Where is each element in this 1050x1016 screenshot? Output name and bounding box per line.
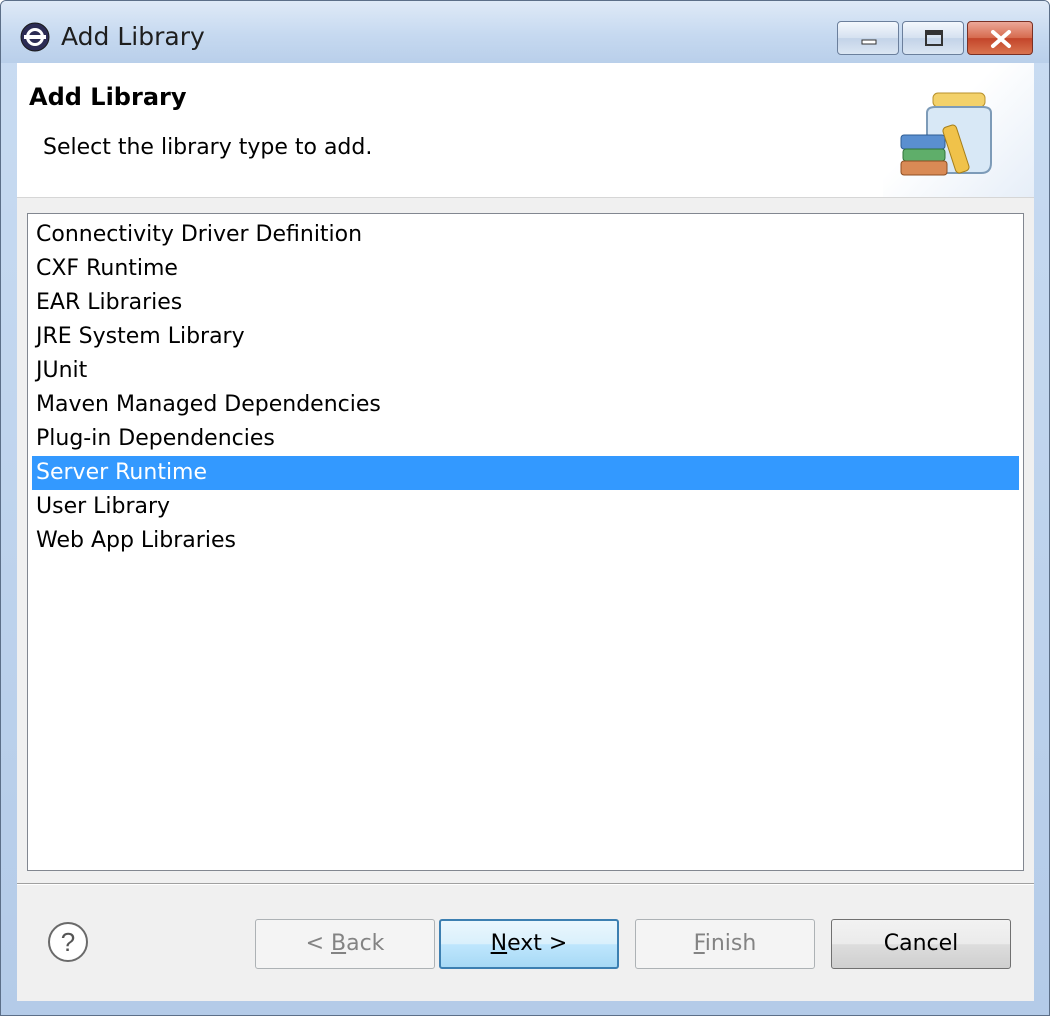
help-icon[interactable]: ? <box>47 921 89 963</box>
list-item-selected[interactable]: Server Runtime <box>32 456 1019 490</box>
page-title: Add Library <box>29 83 187 111</box>
list-item[interactable]: EAR Libraries <box>32 286 1019 320</box>
list-item[interactable]: Maven Managed Dependencies <box>32 388 1019 422</box>
list-item[interactable]: CXF Runtime <box>32 252 1019 286</box>
cancel-button[interactable]: Cancel <box>831 919 1011 969</box>
maximize-button[interactable] <box>902 21 964 55</box>
close-icon <box>991 30 1011 48</box>
list-item[interactable]: JRE System Library <box>32 320 1019 354</box>
list-item[interactable]: Plug-in Dependencies <box>32 422 1019 456</box>
eclipse-icon <box>20 22 50 52</box>
wizard-header: Add Library Select the library type to a… <box>17 63 1034 198</box>
maximize-icon <box>925 30 943 46</box>
library-jar-icon <box>900 92 992 176</box>
page-description: Select the library type to add. <box>43 135 373 160</box>
close-button[interactable] <box>967 21 1033 55</box>
finish-button[interactable]: Finish <box>635 919 815 969</box>
next-button[interactable]: Next > <box>439 919 619 969</box>
header-banner <box>883 63 1034 197</box>
list-item[interactable]: JUnit <box>32 354 1019 388</box>
back-button[interactable]: < Back <box>255 919 435 969</box>
list-item[interactable]: User Library <box>32 490 1019 524</box>
button-bar-separator <box>17 883 1034 885</box>
svg-text:?: ? <box>61 927 75 957</box>
library-type-list[interactable]: Connectivity Driver Definition CXF Runti… <box>27 213 1024 871</box>
dialog-content: Add Library Select the library type to a… <box>17 63 1034 1001</box>
title-bar[interactable]: Add Library <box>1 1 1049 63</box>
window-title: Add Library <box>61 22 205 51</box>
minimize-icon <box>861 39 877 45</box>
list-item[interactable]: Connectivity Driver Definition <box>32 218 1019 252</box>
add-library-dialog: Add Library Add Library Select the libra… <box>0 0 1050 1016</box>
list-item[interactable]: Web App Libraries <box>32 524 1019 558</box>
minimize-button[interactable] <box>837 21 899 55</box>
